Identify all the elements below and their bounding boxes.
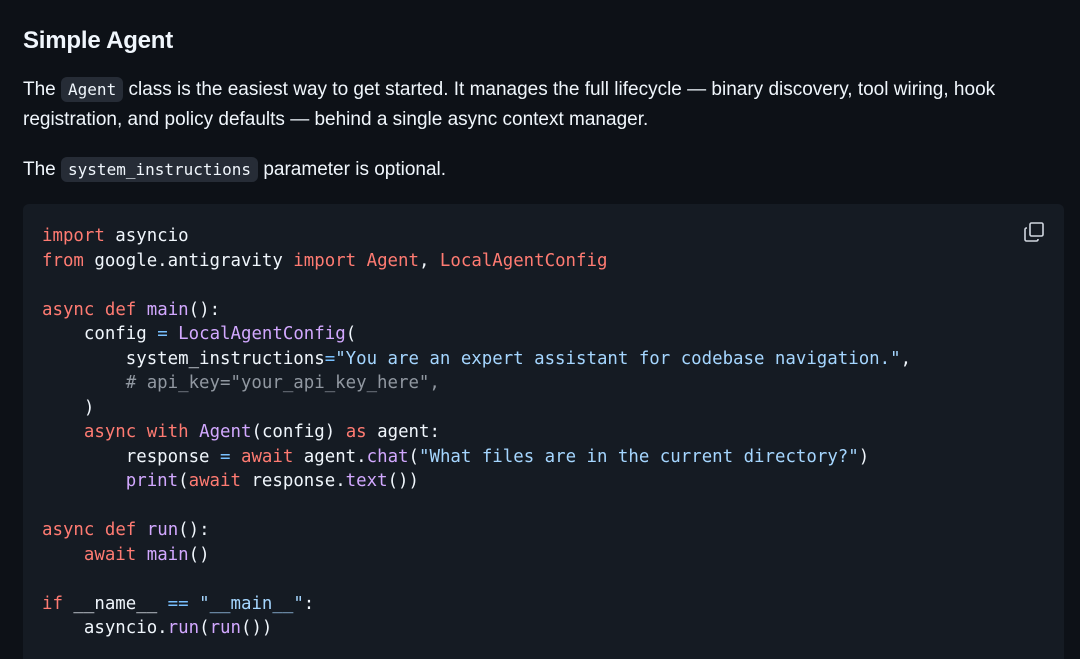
optional-paragraph: The system_instructions parameter is opt… [23, 155, 1064, 185]
code-content[interactable]: import asyncio from google.antigravity im… [42, 224, 911, 641]
code-line-5: config = LocalAgentConfig( [83, 324, 357, 344]
code-line-11: print(await response.text()) [125, 471, 419, 491]
code-block[interactable]: import asyncio from google.antigravity im… [23, 204, 1064, 659]
optional-text: parameter is optional. [263, 159, 447, 180]
code-line-16: if __name__ == "__main__": [42, 593, 315, 614]
inline-code-system-instructions: system_instructions [61, 157, 259, 182]
code-line-13: async def run(): [42, 520, 210, 540]
copy-button[interactable] [1022, 220, 1046, 244]
intro-prefix: The [23, 79, 56, 100]
code-line-6: system_instructions="You are an expert a… [125, 348, 912, 369]
intro-text: class is the easiest way to get started.… [23, 79, 996, 130]
code-line-4: async def main(): [42, 299, 221, 320]
copy-icon [1024, 222, 1044, 242]
optional-prefix: The [23, 159, 56, 180]
code-line-7: # api_key="your_api_key_here", [125, 373, 440, 393]
intro-paragraph: The Agent class is the easiest way to ge… [23, 75, 1064, 135]
code-line-14: await main() [83, 544, 210, 565]
code-line-17: asyncio.run(run()) [83, 618, 273, 638]
code-line-1: import asyncio [42, 226, 189, 246]
section-heading: Simple Agent [23, 27, 174, 54]
inline-code-agent: Agent [61, 77, 124, 102]
code-line-2: from google.antigravity import Agent, Lo… [42, 250, 608, 271]
code-line-8: ) [83, 397, 95, 418]
code-line-9: async with Agent(config) as agent: [83, 422, 440, 442]
code-line-10: response = await agent.chat("What files … [125, 446, 870, 467]
